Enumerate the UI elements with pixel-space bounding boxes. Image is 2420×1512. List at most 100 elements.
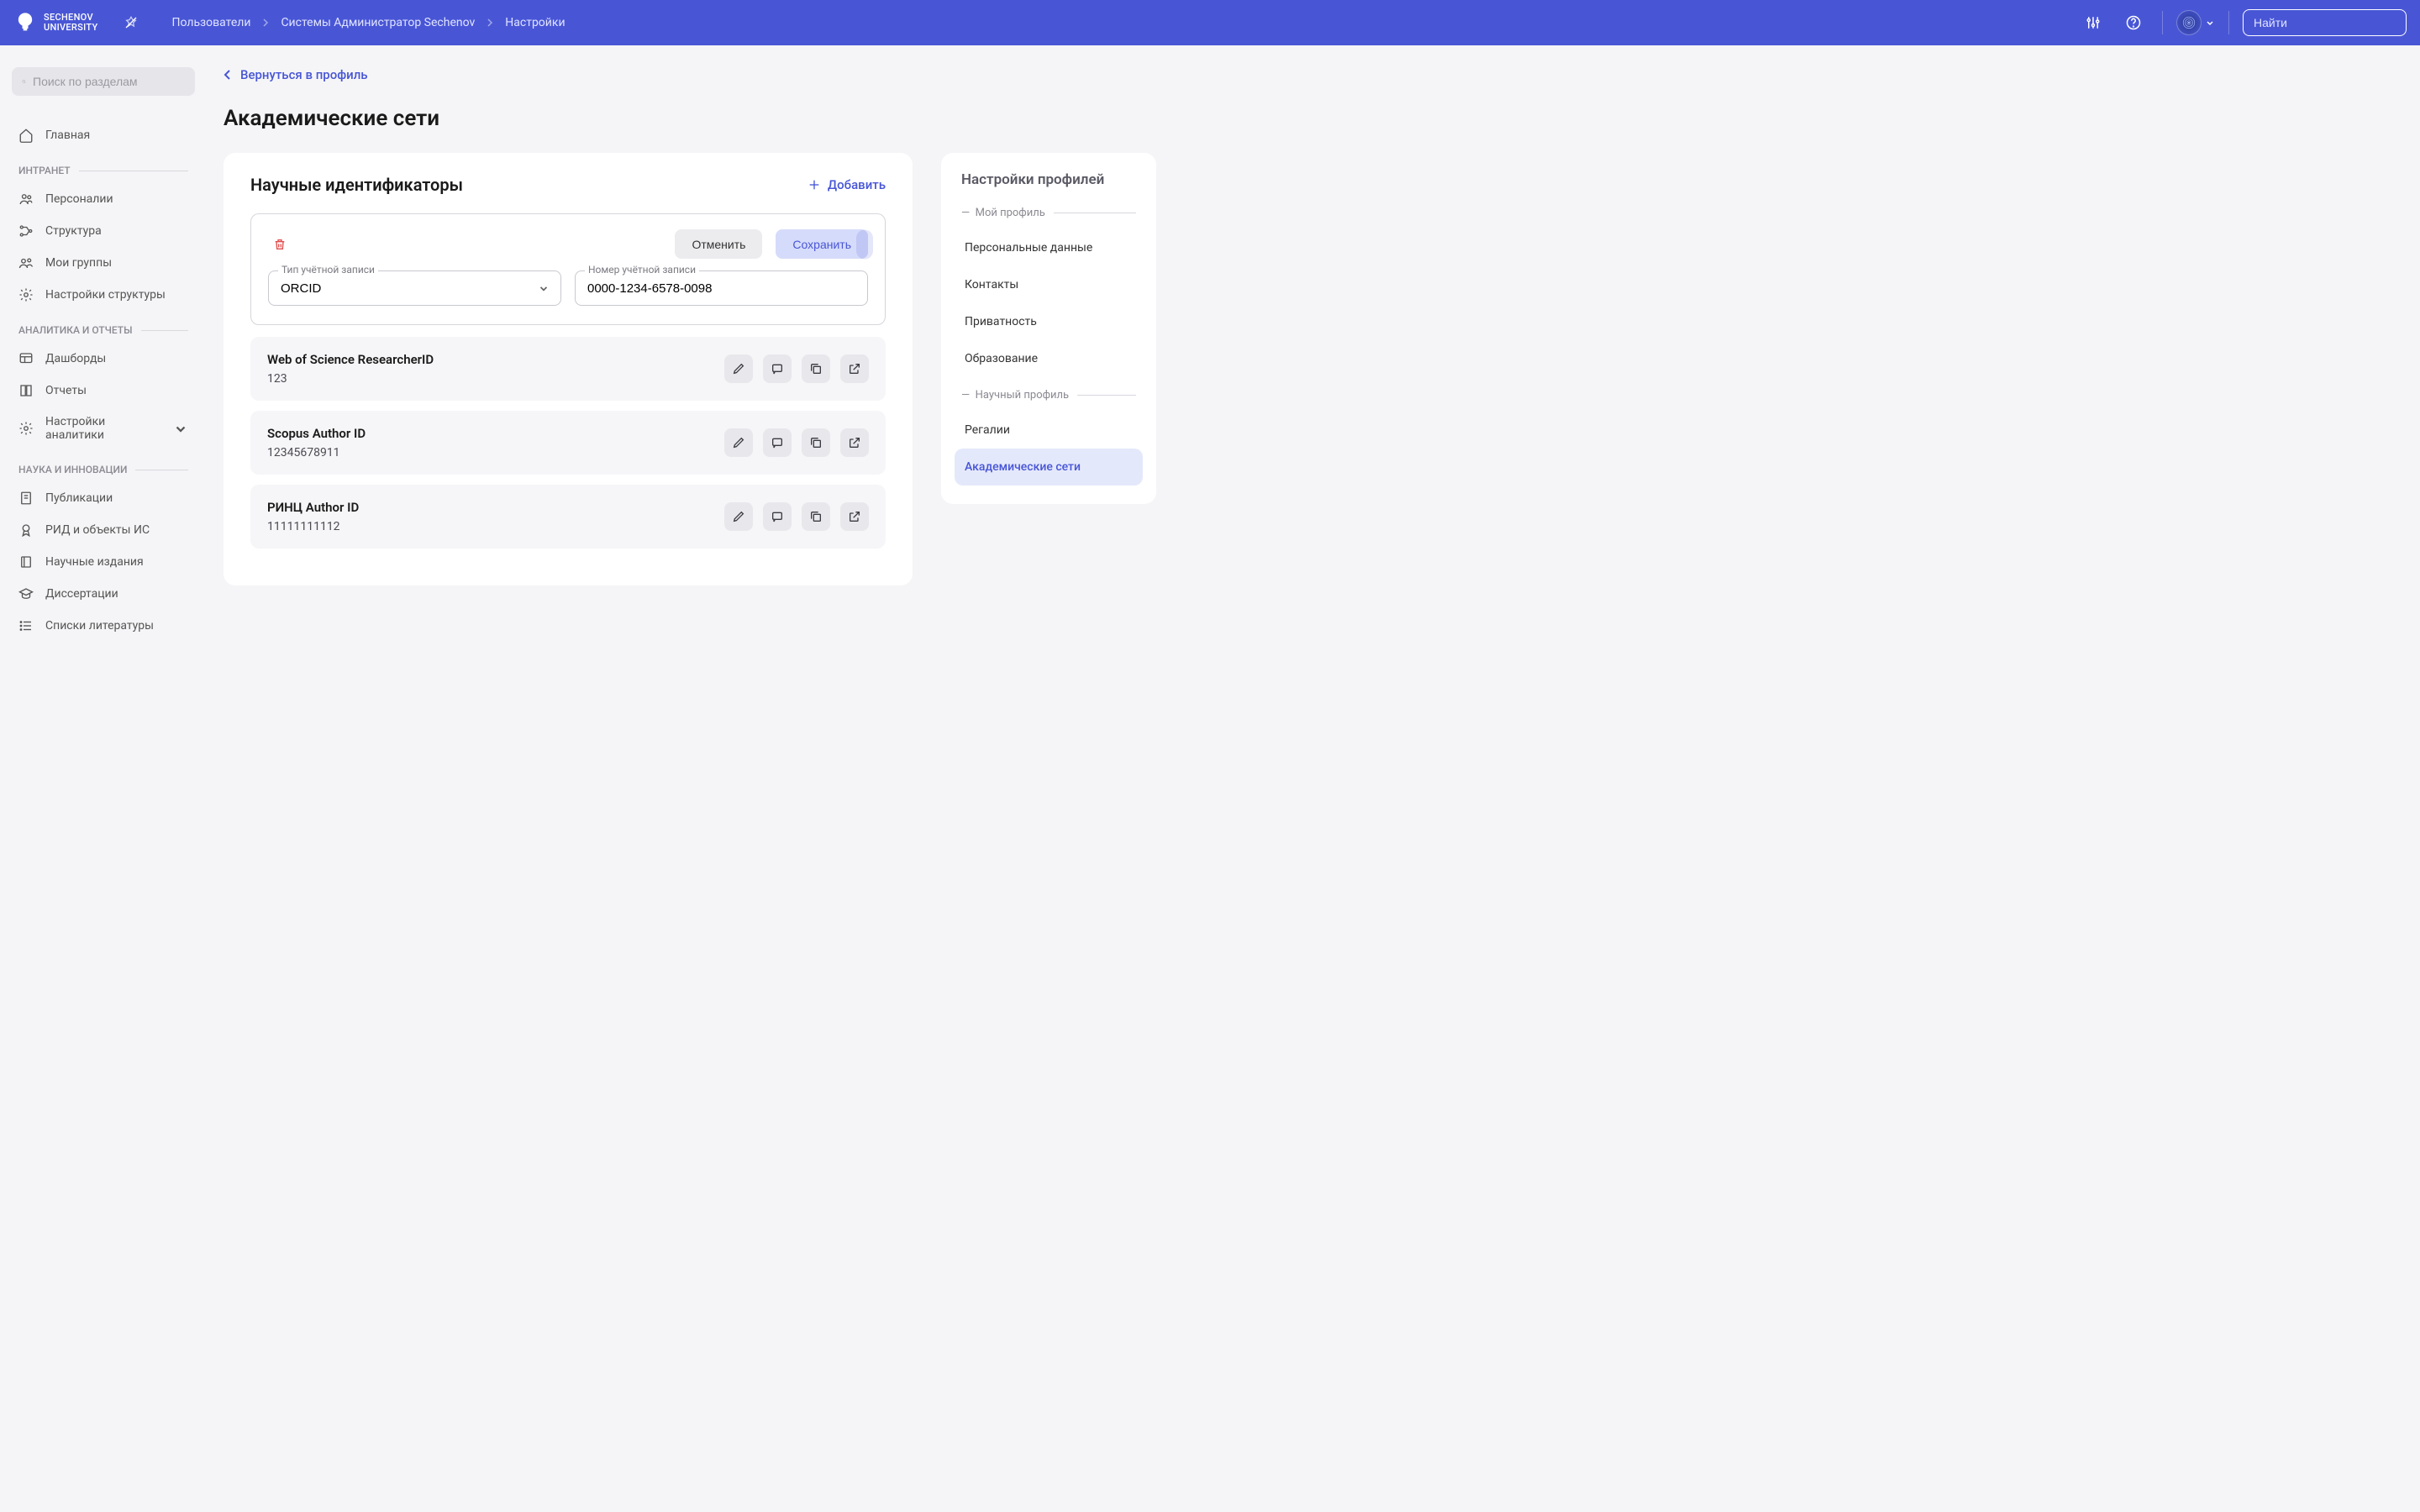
panel-section-header: — Научный профиль xyxy=(955,389,1143,402)
sidebar-item-label: Настройки аналитики xyxy=(45,415,161,442)
sidebar-item-structure[interactable]: Структура xyxy=(12,215,195,247)
book-icon xyxy=(18,383,34,398)
identifiers-card: Научные идентификаторы Добавить Отменить xyxy=(224,153,913,585)
identifier-value: 11111111112 xyxy=(267,520,724,533)
account-type-select[interactable]: ORCID xyxy=(268,270,561,306)
trash-icon xyxy=(273,238,287,251)
account-number-input[interactable] xyxy=(575,270,868,306)
main-content: Вернуться в профиль Академические сети Н… xyxy=(207,45,1156,664)
sidebar-item-label: Структура xyxy=(45,224,102,238)
external-link-icon xyxy=(848,436,861,449)
open-external-button[interactable] xyxy=(840,428,869,457)
panel-item[interactable]: Контакты xyxy=(955,266,1143,303)
sidebar-item-home[interactable]: Главная xyxy=(12,119,195,151)
sidebar-item-references[interactable]: Списки литературы xyxy=(12,610,195,642)
add-button[interactable]: Добавить xyxy=(808,177,886,192)
copy-icon xyxy=(809,510,823,523)
field-label: Номер учётной записи xyxy=(585,264,699,276)
groups-icon xyxy=(18,255,34,270)
breadcrumb-item-2[interactable]: Настройки xyxy=(505,16,565,29)
breadcrumb: Пользователи Системы Администратор Seche… xyxy=(171,16,2078,29)
panel-item[interactable]: Приватность xyxy=(955,303,1143,340)
sidebar-item-label: Персоналии xyxy=(45,192,113,206)
sidebar-item-label: Публикации xyxy=(45,491,113,505)
breadcrumb-item-1[interactable]: Системы Администратор Sechenov xyxy=(281,16,475,29)
open-external-button[interactable] xyxy=(840,502,869,531)
gear-icon xyxy=(18,287,34,302)
logo-text: SECHENOV UNIVERSITY xyxy=(44,13,97,33)
sidebar-item-dissertations[interactable]: Диссертации xyxy=(12,578,195,610)
divider xyxy=(2162,11,2163,34)
graduation-icon xyxy=(18,586,34,601)
edit-form: Отменить Сохранить Тип учётной записи OR… xyxy=(250,213,886,325)
edit-button[interactable] xyxy=(724,502,753,531)
identifier-row: Web of Science ResearcherID 123 xyxy=(250,337,886,401)
chevron-left-icon xyxy=(224,69,232,81)
identifier-value: 123 xyxy=(267,372,724,386)
pencil-icon xyxy=(732,436,745,449)
divider xyxy=(2228,11,2229,34)
identifier-value: 12345678911 xyxy=(267,446,724,459)
identifier-row: РИНЦ Author ID 11111111112 xyxy=(250,485,886,549)
comment-button[interactable] xyxy=(763,428,792,457)
sidebar-item-label: Дашборды xyxy=(45,352,106,365)
sidebar-item-reports[interactable]: Отчеты xyxy=(12,375,195,407)
pencil-icon xyxy=(732,362,745,375)
sidebar-item-label: РИД и объекты ИС xyxy=(45,523,150,537)
journal-icon xyxy=(18,554,34,570)
logo[interactable]: SECHENOV UNIVERSITY xyxy=(13,11,97,34)
external-link-icon xyxy=(848,510,861,523)
cancel-button[interactable]: Отменить xyxy=(675,229,762,259)
panel-item[interactable]: Регалии xyxy=(955,412,1143,449)
gear-icon xyxy=(18,421,34,436)
sidebar-item-structure-settings[interactable]: Настройки структуры xyxy=(12,279,195,311)
sliders-icon xyxy=(2086,15,2101,30)
open-external-button[interactable] xyxy=(840,354,869,383)
breadcrumb-item-0[interactable]: Пользователи xyxy=(171,16,250,29)
sidebar-item-personalii[interactable]: Персоналии xyxy=(12,183,195,215)
panel-item[interactable]: Образование xyxy=(955,340,1143,377)
save-button[interactable]: Сохранить xyxy=(776,229,868,259)
sidebar-search-input[interactable] xyxy=(33,75,185,88)
app-header: SECHENOV UNIVERSITY Пользователи Системы… xyxy=(0,0,2420,45)
user-menu[interactable] xyxy=(2176,10,2215,35)
comment-button[interactable] xyxy=(763,354,792,383)
sidebar-item-dashboards[interactable]: Дашборды xyxy=(12,343,195,375)
sidebar-item-label: Мои группы xyxy=(45,256,112,270)
global-search[interactable] xyxy=(2243,9,2407,36)
sidebar-item-rid[interactable]: РИД и объекты ИС xyxy=(12,514,195,546)
copy-button[interactable] xyxy=(802,428,830,457)
copy-button[interactable] xyxy=(802,502,830,531)
account-number-field: Номер учётной записи xyxy=(575,270,868,306)
sidebar-item-analytics-settings[interactable]: Настройки аналитики xyxy=(12,407,195,450)
sidebar-item-groups[interactable]: Мои группы xyxy=(12,247,195,279)
sidebar-search[interactable] xyxy=(12,67,195,96)
back-link[interactable]: Вернуться в профиль xyxy=(224,67,368,82)
sidebar-item-label: Главная xyxy=(45,129,90,142)
chevron-down-icon xyxy=(2205,18,2215,28)
page-title: Академические сети xyxy=(224,106,1156,131)
edit-button[interactable] xyxy=(724,354,753,383)
identifier-name: РИНЦ Author ID xyxy=(267,500,724,515)
help-button[interactable] xyxy=(2118,8,2149,38)
settings-sliders-button[interactable] xyxy=(2078,8,2108,38)
panel-item[interactable]: Академические сети xyxy=(955,449,1143,486)
sidebar-item-journals[interactable]: Научные издания xyxy=(12,546,195,578)
help-icon xyxy=(2126,15,2141,30)
comment-button[interactable] xyxy=(763,502,792,531)
delete-button[interactable] xyxy=(268,233,292,256)
identifier-row: Scopus Author ID 12345678911 xyxy=(250,411,886,475)
plus-icon xyxy=(808,178,821,192)
account-type-field: Тип учётной записи ORCID xyxy=(268,270,561,306)
global-search-input[interactable] xyxy=(2254,16,2406,29)
edit-button[interactable] xyxy=(724,428,753,457)
fingerprint-icon xyxy=(2181,15,2196,30)
sidebar-item-publications[interactable]: Публикации xyxy=(12,482,195,514)
add-button-label: Добавить xyxy=(828,177,886,192)
panel-section-header: — Мой профиль xyxy=(955,207,1143,219)
pin-icon xyxy=(124,16,138,29)
copy-button[interactable] xyxy=(802,354,830,383)
panel-item[interactable]: Персональные данные xyxy=(955,229,1143,266)
list-icon xyxy=(18,618,34,633)
pin-button[interactable] xyxy=(118,9,145,36)
